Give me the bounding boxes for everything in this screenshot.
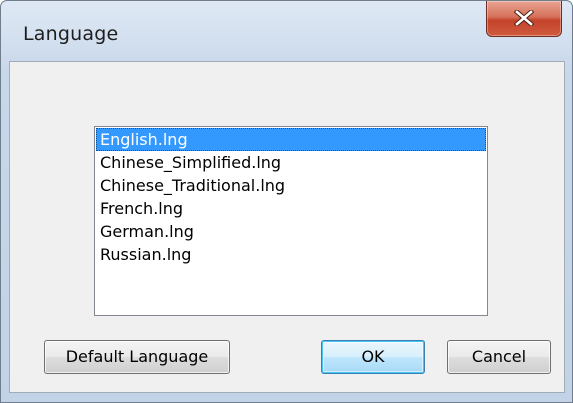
- list-item[interactable]: German.lng: [96, 220, 486, 243]
- list-item[interactable]: English.lng: [96, 128, 486, 151]
- cancel-button[interactable]: Cancel: [447, 340, 551, 374]
- dialog-client-area: English.lng Chinese_Simplified.lng Chine…: [9, 61, 565, 393]
- language-dialog: Language English.lng Chinese_Simplified.…: [0, 0, 573, 403]
- list-item[interactable]: Chinese_Traditional.lng: [96, 174, 486, 197]
- list-item[interactable]: French.lng: [96, 197, 486, 220]
- list-item[interactable]: Russian.lng: [96, 243, 486, 266]
- list-item[interactable]: Chinese_Simplified.lng: [96, 151, 486, 174]
- ok-button[interactable]: OK: [321, 340, 425, 374]
- default-language-button[interactable]: Default Language: [44, 340, 230, 374]
- close-button[interactable]: [486, 1, 562, 37]
- language-listbox[interactable]: English.lng Chinese_Simplified.lng Chine…: [94, 126, 488, 316]
- close-x-icon: [514, 10, 534, 26]
- window-title: Language: [23, 23, 119, 45]
